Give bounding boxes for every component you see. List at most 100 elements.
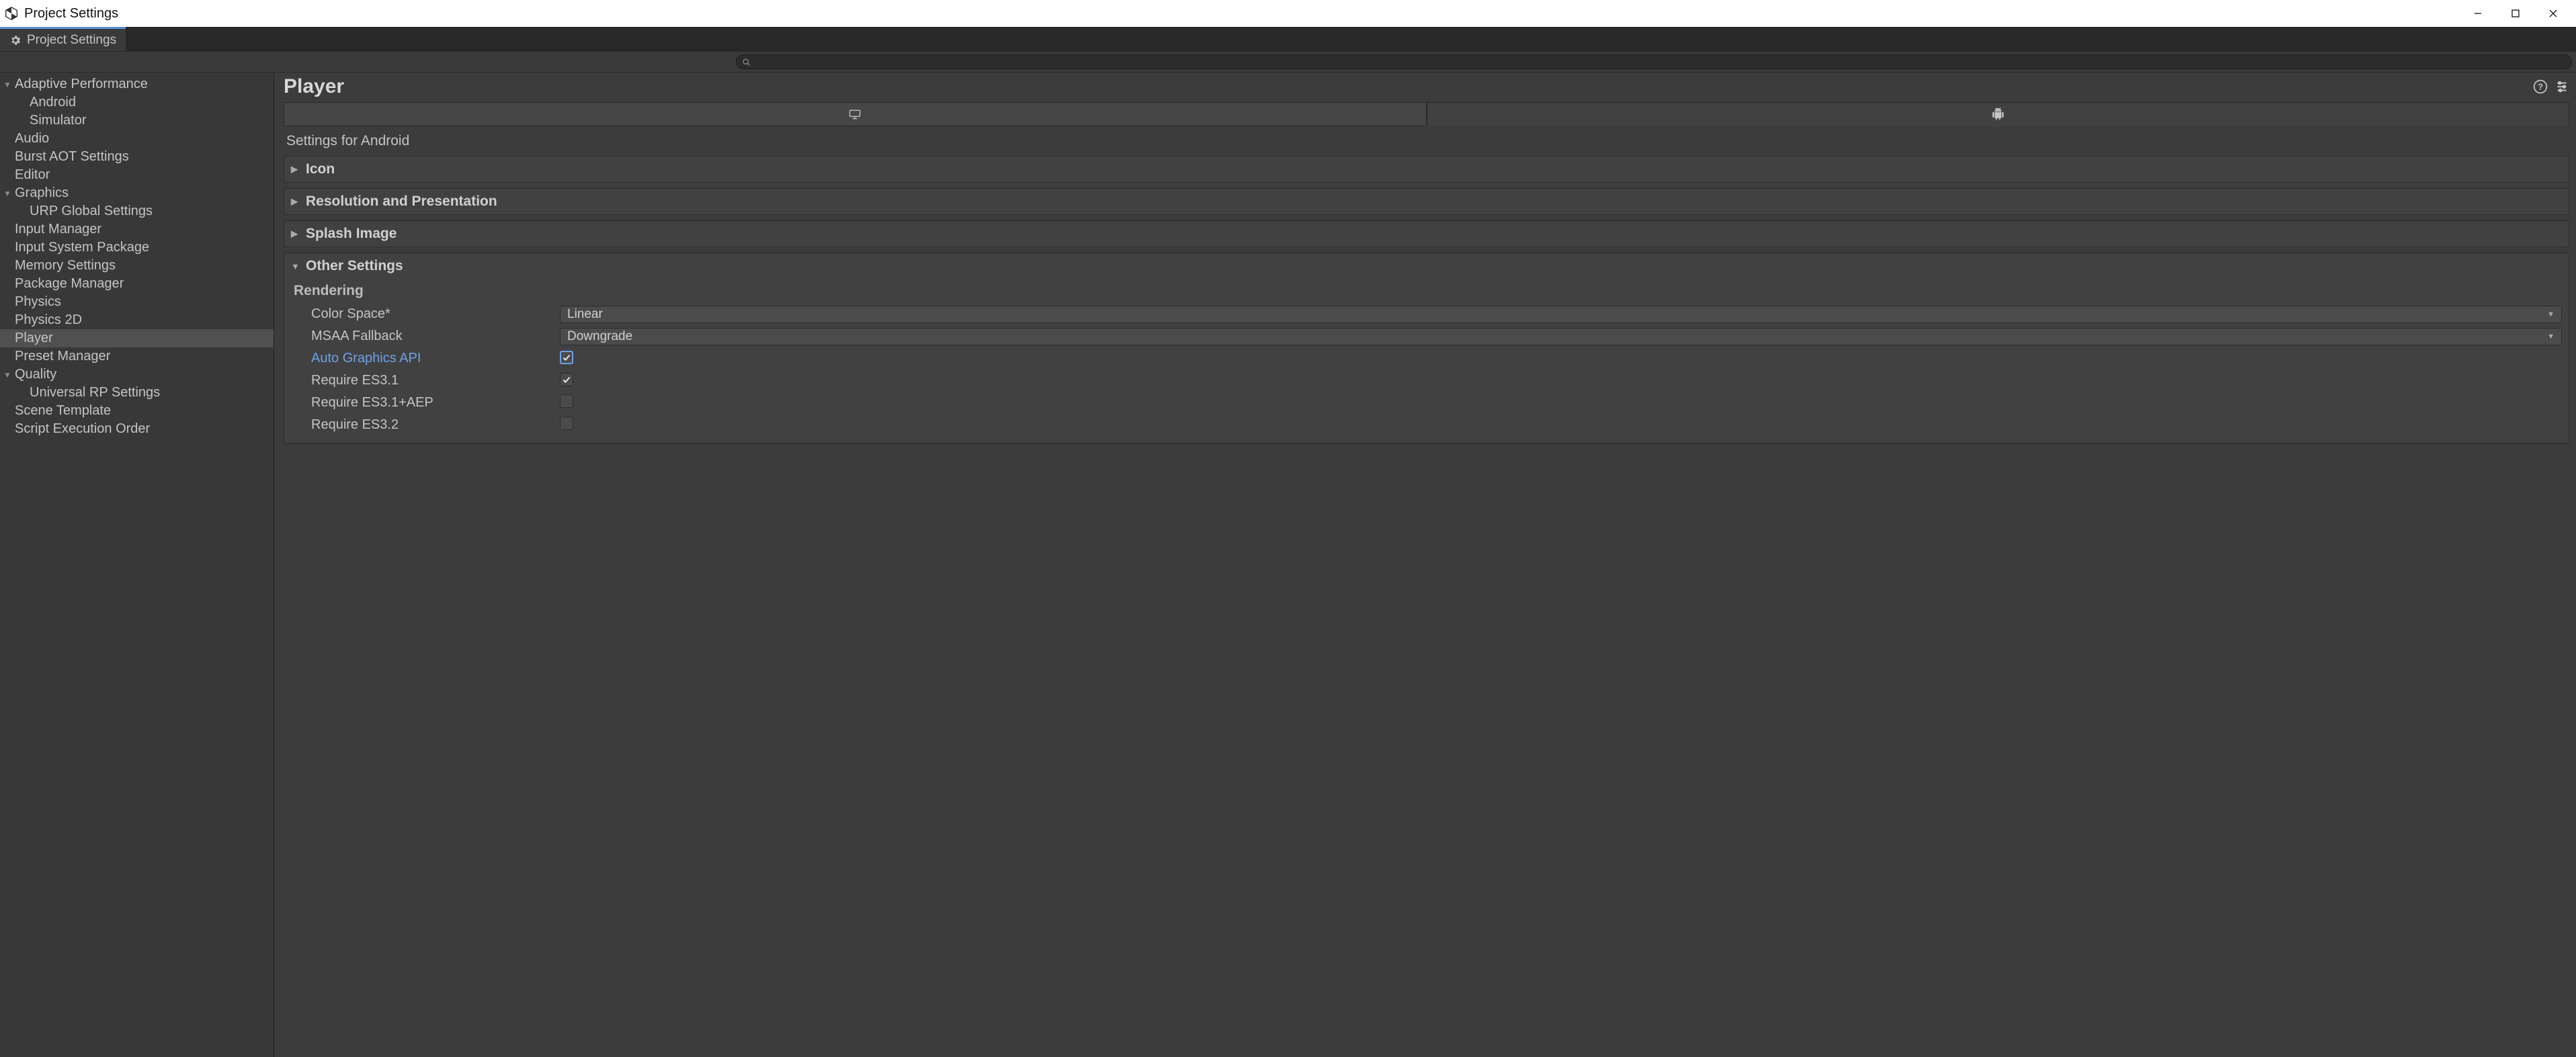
sidebar-item-label: Adaptive Performance [15,77,148,92]
label-auto-graphics-api: Auto Graphics API [291,351,560,366]
chevron-down-icon: ▼ [0,370,15,380]
desktop-icon [848,108,862,121]
tab-project-settings[interactable]: Project Settings [0,27,126,51]
chevron-right-icon: ▶ [291,164,302,175]
search-input[interactable] [755,56,2566,67]
sidebar-item-label: Universal RP Settings [15,385,160,400]
sidebar-item-urp-global-settings[interactable]: URP Global Settings [0,202,274,220]
chevron-down-icon: ▼ [0,80,15,89]
sidebar-item-physics[interactable]: Physics [0,293,274,311]
checkbox-require-es31[interactable] [560,373,573,386]
checkbox-require-es31aep[interactable] [560,394,573,408]
settings-sidebar[interactable]: ▼Adaptive PerformanceAndroidSimulatorAud… [0,73,274,1057]
maximize-button[interactable] [2497,0,2534,27]
sidebar-item-label: Simulator [15,113,86,128]
sidebar-item-player[interactable]: Player [0,329,274,347]
dropdown-color-space[interactable]: Linear ▼ [560,306,2562,323]
label-color-space: Color Space* [291,306,560,322]
sidebar-item-audio[interactable]: Audio [0,130,274,148]
help-button[interactable]: ? [2533,79,2548,94]
foldout-header-icon[interactable]: ▶ Icon [284,157,2569,182]
svg-text:?: ? [2538,81,2543,91]
sidebar-item-script-execution-order[interactable]: Script Execution Order [0,420,274,438]
foldout-splash: ▶ Splash Image [284,220,2569,247]
toolbar [0,51,2576,73]
sidebar-item-label: Android [15,95,76,110]
sidebar-item-input-system-package[interactable]: Input System Package [0,239,274,257]
sidebar-item-simulator[interactable]: Simulator [0,112,274,130]
chevron-down-icon: ▼ [2547,333,2554,341]
sidebar-item-adaptive-performance[interactable]: ▼Adaptive Performance [0,75,274,93]
foldout-header-splash[interactable]: ▶ Splash Image [284,221,2569,247]
row-require-es31aep: Require ES3.1+AEP [291,392,2562,414]
row-color-space: Color Space* Linear ▼ [291,303,2562,325]
chevron-right-icon: ▶ [291,228,302,239]
sidebar-item-universal-rp-settings[interactable]: Universal RP Settings [0,384,274,402]
page-title: Player [284,75,2526,98]
sidebar-item-memory-settings[interactable]: Memory Settings [0,257,274,275]
tab-strip: Project Settings [0,27,2576,51]
sidebar-item-preset-manager[interactable]: Preset Manager [0,347,274,366]
sidebar-item-package-manager[interactable]: Package Manager [0,275,274,293]
search-box[interactable] [736,54,2572,69]
sidebar-item-label: Quality [15,367,56,382]
section-rendering-label: Rendering [294,283,2562,299]
main-panel: Player ? Settings for Android [274,73,2576,1057]
sidebar-item-graphics[interactable]: ▼Graphics [0,184,274,202]
window-title: Project Settings [24,6,118,22]
sidebar-item-label: Burst AOT Settings [15,149,129,165]
chevron-down-icon: ▼ [2547,310,2554,319]
foldout-header-resolution[interactable]: ▶ Resolution and Presentation [284,189,2569,214]
platform-tab-pc[interactable] [284,102,1427,126]
label-require-es32: Require ES3.2 [291,417,560,433]
sidebar-item-input-manager[interactable]: Input Manager [0,220,274,239]
minimize-button[interactable] [2459,0,2497,27]
foldout-header-other[interactable]: ▼ Other Settings [284,253,2569,279]
close-button[interactable] [2534,0,2572,27]
sidebar-item-label: Memory Settings [15,258,116,273]
sidebar-item-scene-template[interactable]: Scene Template [0,402,274,420]
sidebar-item-label: Preset Manager [15,349,110,364]
chevron-down-icon: ▼ [0,189,15,198]
checkbox-require-es32[interactable] [560,417,573,430]
sidebar-item-label: Input System Package [15,240,149,255]
settings-preset-button[interactable] [2554,79,2569,94]
sidebar-item-label: Audio [15,131,49,146]
gear-icon [9,34,22,46]
settings-for-label: Settings for Android [286,133,2569,149]
sidebar-item-burst-aot-settings[interactable]: Burst AOT Settings [0,148,274,166]
label-msaa-fallback: MSAA Fallback [291,329,560,344]
sidebar-item-quality[interactable]: ▼Quality [0,366,274,384]
sidebar-item-label: Package Manager [15,276,124,292]
foldout-icon: ▶ Icon [284,156,2569,183]
sidebar-item-label: Editor [15,167,50,183]
label-require-es31: Require ES3.1 [291,373,560,388]
platform-tabs [284,102,2569,126]
titlebar: Project Settings [0,0,2576,27]
sidebar-item-label: Scene Template [15,403,111,419]
sidebar-item-editor[interactable]: Editor [0,166,274,184]
search-icon [742,58,751,67]
tab-label: Project Settings [27,33,116,48]
sidebar-item-android[interactable]: Android [0,93,274,112]
android-icon [1991,108,2005,121]
row-auto-graphics-api: Auto Graphics API [291,347,2562,370]
sidebar-item-label: Physics [15,294,61,310]
sidebar-item-label: Script Execution Order [15,421,150,437]
row-require-es32: Require ES3.2 [291,414,2562,436]
platform-tab-android[interactable] [1427,102,2570,126]
foldout-resolution: ▶ Resolution and Presentation [284,188,2569,215]
sidebar-item-physics-2d[interactable]: Physics 2D [0,311,274,329]
foldout-other-settings: ▼ Other Settings Rendering Color Space* … [284,253,2569,443]
label-require-es31aep: Require ES3.1+AEP [291,395,560,411]
chevron-down-icon: ▼ [291,261,302,271]
chevron-right-icon: ▶ [291,196,302,207]
sidebar-item-label: Player [15,331,53,346]
sidebar-item-label: Input Manager [15,222,101,237]
sidebar-item-label: Physics 2D [15,312,82,328]
checkbox-auto-graphics-api[interactable] [560,351,573,364]
dropdown-msaa-fallback[interactable]: Downgrade ▼ [560,328,2562,345]
row-msaa-fallback: MSAA Fallback Downgrade ▼ [291,325,2562,347]
sidebar-item-label: Graphics [15,185,69,201]
sidebar-item-label: URP Global Settings [15,204,153,219]
